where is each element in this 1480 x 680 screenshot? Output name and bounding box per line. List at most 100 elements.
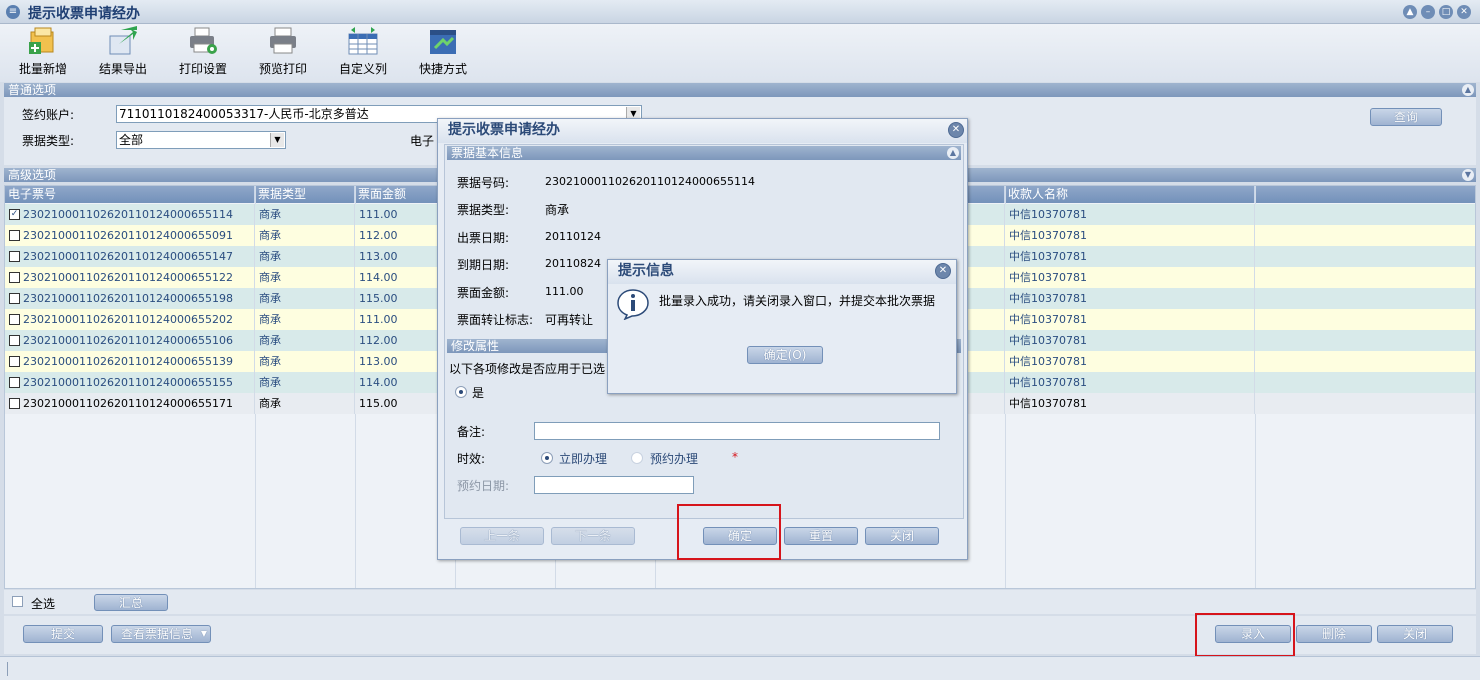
reset-button[interactable]: 重置 xyxy=(784,527,858,545)
note-input[interactable] xyxy=(534,422,940,440)
dropdown-arrow-icon[interactable]: ▼ xyxy=(201,626,207,642)
window-title: 提示收票申请经办 xyxy=(28,6,140,22)
row-checkbox[interactable] xyxy=(9,314,20,325)
normal-options-header[interactable]: 普通选项 ▲ xyxy=(4,83,1476,97)
row-checkbox[interactable] xyxy=(9,335,20,346)
toolbar-label: 打印设置 xyxy=(178,62,227,76)
column-header-blank xyxy=(1255,186,1475,203)
shortcut-button[interactable]: 快捷方式 xyxy=(408,24,478,82)
yes-radio[interactable] xyxy=(455,386,467,398)
cell-ticket-no: 230210001102620110124000655202 xyxy=(5,309,255,330)
cell-type: 商承 xyxy=(255,246,355,267)
ticket-type-select[interactable]: 全部 ▼ xyxy=(116,131,286,149)
cell-type: 商承 xyxy=(255,225,355,246)
ticket-type-label: 票据类型: xyxy=(22,134,75,148)
account-value: 7110110182400053317-人民币-北京多普达 xyxy=(119,107,369,121)
ticket-type-value: 全部 xyxy=(119,133,144,147)
cell-ticket-no: 230210001102620110124000655147 xyxy=(5,246,255,267)
help-icon[interactable]: ▲ xyxy=(1403,5,1417,19)
custom-columns-button[interactable]: 自定义列 xyxy=(328,24,398,82)
toolbar-label: 批量新增 xyxy=(18,62,67,76)
row-checkbox[interactable] xyxy=(9,356,20,367)
view-ticket-info-label: 查看票据信息 xyxy=(121,627,194,641)
shortcut-icon xyxy=(430,30,456,54)
field-label: 票面金额: xyxy=(457,286,510,300)
immediate-radio[interactable] xyxy=(541,452,553,464)
entry-dialog-title: 提示收票申请经办 xyxy=(438,119,967,143)
scheduled-radio[interactable] xyxy=(631,452,643,464)
expand-icon[interactable]: ▼ xyxy=(1462,169,1474,181)
section-title: 高级选项 xyxy=(8,168,57,182)
cell-type: 商承 xyxy=(255,372,355,393)
select-all-label: 全选 xyxy=(31,597,56,611)
app-menu-icon[interactable]: ≡ xyxy=(6,5,20,19)
submit-button[interactable]: 提交 xyxy=(23,625,103,643)
close-button[interactable]: 关闭 xyxy=(1377,625,1453,643)
toolbar-label: 自定义列 xyxy=(338,62,387,76)
cell-ticket-no: 230210001102620110124000655171 xyxy=(5,393,255,414)
cell-ticket-no: 230210001102620110124000655122 xyxy=(5,267,255,288)
batch-add-button[interactable]: 批量新增 xyxy=(8,24,78,82)
field-value: 商承 xyxy=(545,203,570,217)
ticket-no-text: 230210001102620110124000655202 xyxy=(23,313,233,326)
row-checkbox[interactable] xyxy=(9,230,20,241)
row-checkbox[interactable] xyxy=(9,293,20,304)
field-label: 票面转让标志: xyxy=(457,313,534,327)
collapse-icon[interactable]: ▲ xyxy=(947,147,959,159)
cell-empty xyxy=(1255,225,1475,246)
row-checkbox[interactable] xyxy=(9,251,20,262)
cell-type: 商承 xyxy=(255,393,355,414)
scheduled-date-input[interactable] xyxy=(534,476,694,494)
ticket-no-text: 230210001102620110124000655091 xyxy=(23,229,233,242)
cell-payee: 中信10370781 xyxy=(1005,246,1255,267)
row-checkbox[interactable] xyxy=(9,272,20,283)
alert-dialog: 提示信息 ✕ 批量录入成功，请关闭录入窗口，并提交本批次票据 确定(O) xyxy=(607,259,957,394)
export-button[interactable]: 结果导出 xyxy=(88,24,158,82)
cell-empty xyxy=(1255,246,1475,267)
account-label: 签约账户: xyxy=(22,108,75,122)
section-title: 修改属性 xyxy=(451,339,500,353)
summary-button[interactable]: 汇总 xyxy=(94,594,168,611)
cell-empty xyxy=(1255,288,1475,309)
basic-info-header[interactable]: 票据基本信息 ▲ xyxy=(447,146,961,160)
collapse-icon[interactable]: ▲ xyxy=(1462,84,1474,96)
dialog-close-button[interactable]: 关闭 xyxy=(865,527,939,545)
prev-button[interactable]: 上一条 xyxy=(460,527,544,545)
query-button[interactable]: 查询 xyxy=(1370,108,1442,126)
field-value: 230210001102620110124000655114 xyxy=(545,175,755,188)
toolbar-label: 快捷方式 xyxy=(418,62,467,76)
minimize-icon[interactable]: – xyxy=(1421,5,1435,19)
row-checkbox[interactable] xyxy=(9,398,20,409)
cell-ticket-no: 230210001102620110124000655139 xyxy=(5,351,255,372)
cell-empty xyxy=(1255,372,1475,393)
ticket-no-text: 230210001102620110124000655198 xyxy=(23,292,233,305)
close-icon[interactable]: ✕ xyxy=(935,263,951,279)
view-ticket-info-button[interactable]: 查看票据信息 ▼ xyxy=(111,625,211,643)
field-value: 可再转让 xyxy=(545,313,594,327)
row-checkbox[interactable]: ✓ xyxy=(9,209,20,220)
close-icon[interactable]: ✕ xyxy=(948,122,964,138)
export-icon xyxy=(109,26,137,55)
cell-empty xyxy=(1255,309,1475,330)
status-divider xyxy=(7,662,8,676)
cell-payee: 中信10370781 xyxy=(1005,309,1255,330)
cell-type: 商承 xyxy=(255,309,355,330)
column-header-payee[interactable]: 收款人名称 xyxy=(1005,186,1255,203)
cell-empty xyxy=(1255,267,1475,288)
close-icon[interactable]: ✕ xyxy=(1457,5,1471,19)
print-preview-button[interactable]: 预览打印 xyxy=(248,24,318,82)
field-label: 出票日期: xyxy=(457,231,510,245)
column-header-ticket-type[interactable]: 票据类型 xyxy=(255,186,355,203)
maximize-icon[interactable]: □ xyxy=(1439,5,1453,19)
next-button[interactable]: 下一条 xyxy=(551,527,635,545)
print-settings-button[interactable]: 打印设置 xyxy=(168,24,238,82)
select-all-checkbox[interactable] xyxy=(12,596,23,607)
delete-button[interactable]: 删除 xyxy=(1296,625,1372,643)
ok-button[interactable]: 确定(O) xyxy=(747,346,823,364)
column-header-ticket-no[interactable]: 电子票号 xyxy=(5,186,255,203)
row-checkbox[interactable] xyxy=(9,377,20,388)
dropdown-arrow-icon[interactable]: ▼ xyxy=(270,133,284,147)
electronic-label: 电子 xyxy=(410,134,435,148)
yes-radio-label: 是 xyxy=(472,386,485,400)
ticket-no-text: 230210001102620110124000655155 xyxy=(23,376,233,389)
